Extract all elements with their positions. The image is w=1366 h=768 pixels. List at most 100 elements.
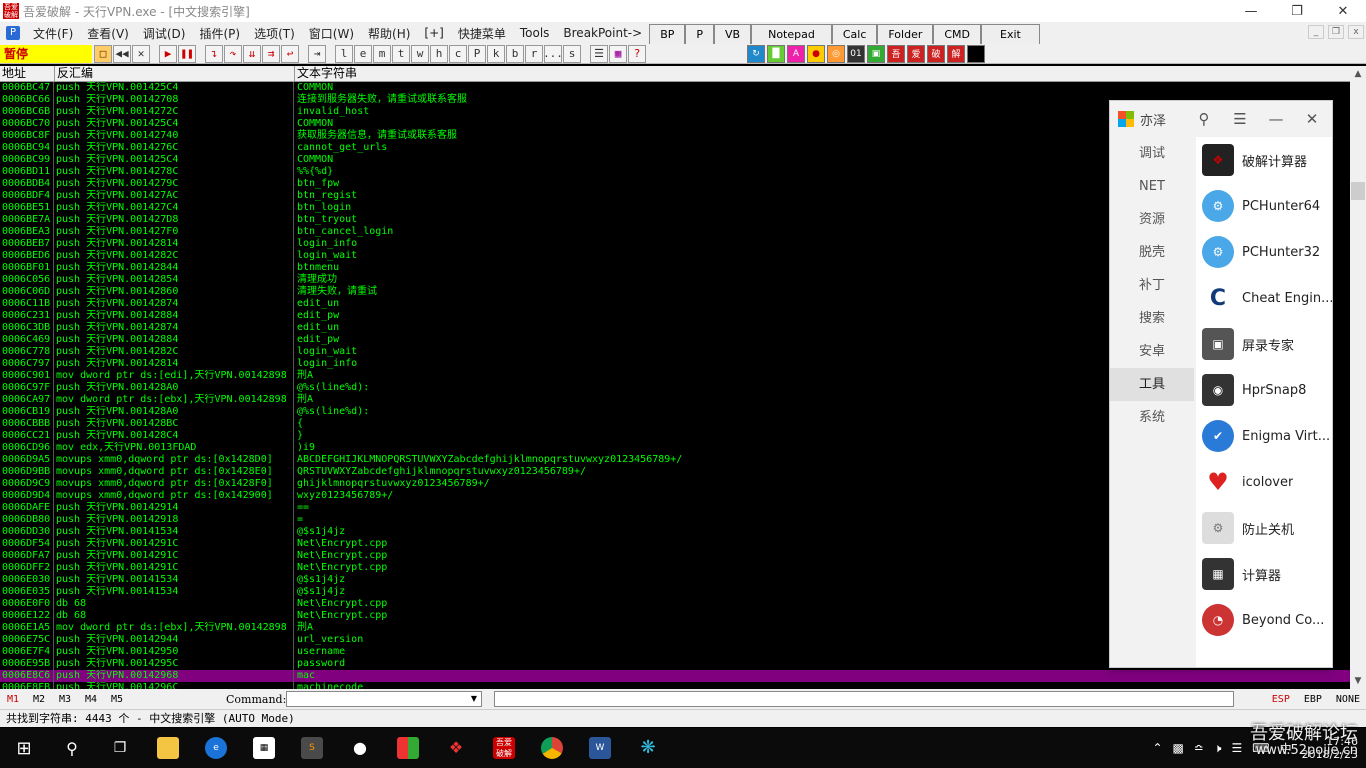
network-icon[interactable]: ≏ <box>1194 741 1204 755</box>
menu-shortcut[interactable]: 快捷菜单 <box>451 25 513 42</box>
tool-tab-exit[interactable]: Exit <box>981 24 1040 44</box>
btn-e[interactable]: e <box>354 44 372 63</box>
menu-tools[interactable]: Tools <box>513 26 557 40</box>
tool-tab-cmd[interactable]: CMD <box>933 24 982 44</box>
app-calculator[interactable]: ▦ 计算器 <box>1196 551 1332 597</box>
tool-tab-p[interactable]: P <box>685 24 715 44</box>
menu-view[interactable]: 查看(V) <box>80 25 136 42</box>
category-system[interactable]: 系统 <box>1110 401 1194 434</box>
po-icon[interactable]: 破 <box>927 44 945 63</box>
menu-plugins[interactable]: 插件(P) <box>192 25 247 42</box>
app-enigma-virtual-box[interactable]: ✔ Enigma Virt... <box>1196 413 1332 459</box>
notification-icon[interactable]: ☰ <box>1231 741 1242 755</box>
search-icon[interactable]: ⚲ <box>1186 110 1222 128</box>
scroll-down-icon[interactable]: ▼ <box>1350 673 1366 689</box>
reg-none[interactable]: NONE <box>1336 694 1360 705</box>
col-address[interactable]: 地址 <box>0 66 55 81</box>
black-square-icon[interactable] <box>967 44 985 63</box>
tool-tab-bp[interactable]: BP <box>649 24 686 44</box>
ai-icon[interactable]: 爱 <box>907 44 925 63</box>
close-icon[interactable]: ✕ <box>1294 110 1330 128</box>
scroll-thumb[interactable] <box>1351 182 1365 200</box>
run-icon[interactable]: ▶ <box>159 44 177 63</box>
window-icon[interactable]: ▣ <box>867 44 885 63</box>
taskbar-edge[interactable]: e <box>192 728 240 768</box>
target-icon[interactable]: ◎ <box>827 44 845 63</box>
marker-m5[interactable]: M5 <box>104 694 130 705</box>
col-disasm[interactable]: 反汇编 <box>55 66 295 81</box>
record-icon[interactable]: ● <box>807 44 825 63</box>
rewind-icon[interactable]: ◀◀ <box>113 44 131 63</box>
tool-tab-notepad[interactable]: Notepad <box>751 24 832 44</box>
plugin-green-icon[interactable]: █ <box>767 44 785 63</box>
category-tools[interactable]: 工具 <box>1110 368 1194 401</box>
trace-over-icon[interactable]: ⇉ <box>262 44 280 63</box>
mdi-minimize-icon[interactable]: _ <box>1308 25 1324 39</box>
app-prevent-shutdown[interactable]: ⚙ 防止关机 <box>1196 505 1332 551</box>
close-process-icon[interactable]: ✕ <box>132 44 150 63</box>
category-patch[interactable]: 补丁 <box>1110 269 1194 302</box>
app-pchunter64[interactable]: ⚙ PCHunter64 <box>1196 183 1332 229</box>
menu-options[interactable]: 选项(T) <box>247 25 302 42</box>
step-into-icon[interactable]: ↴ <box>205 44 223 63</box>
font-a-icon[interactable]: A <box>787 44 805 63</box>
btn-l[interactable]: l <box>335 44 353 63</box>
taskbar-colorful-app[interactable] <box>384 728 432 768</box>
app-screen-recorder[interactable]: ▣ 屏录专家 <box>1196 321 1332 367</box>
category-net[interactable]: NET <box>1110 170 1194 203</box>
open-file-icon[interactable]: □ <box>94 44 112 63</box>
taskbar-pinwheel-app[interactable]: ❋ <box>624 728 672 768</box>
volume-icon[interactable]: 🕨 <box>1214 741 1222 756</box>
start-button[interactable]: ⊞ <box>0 728 48 768</box>
menu-window[interactable]: 窗口(W) <box>302 25 361 42</box>
app-pchunter32[interactable]: ⚙ PCHunter32 <box>1196 229 1332 275</box>
taskbar-52pojie[interactable]: 吾爱 破解 <box>480 728 528 768</box>
taskbar-chrome[interactable] <box>528 728 576 768</box>
app-beyond-compare[interactable]: ◔ Beyond Co... <box>1196 597 1332 643</box>
tool-tab-folder[interactable]: Folder <box>877 24 934 44</box>
category-debug[interactable]: 调试 <box>1110 137 1194 170</box>
marker-m3[interactable]: M3 <box>52 694 78 705</box>
restore-icon[interactable]: ❐ <box>1274 0 1320 22</box>
pause-icon[interactable]: ❚❚ <box>178 44 196 63</box>
btn-w[interactable]: w <box>411 44 429 63</box>
grid-icon[interactable]: ▦ <box>609 44 627 63</box>
tool-tab-vb[interactable]: VB <box>714 24 752 44</box>
btn-more[interactable]: ... <box>543 44 563 63</box>
command-input[interactable]: ▼ <box>286 691 482 707</box>
app-icolover[interactable]: ♥ icolover <box>1196 459 1332 505</box>
step-over-icon[interactable]: ↷ <box>224 44 242 63</box>
btn-m[interactable]: m <box>373 44 391 63</box>
table-row[interactable]: 0006E8FB push 天行VPN.0014296C machinecode <box>0 682 1350 689</box>
dropdown-arrow-icon[interactable]: ▼ <box>467 692 481 706</box>
btn-k[interactable]: k <box>487 44 505 63</box>
trace-into-icon[interactable]: ⇊ <box>243 44 261 63</box>
refresh-icon[interactable]: ↻ <box>747 44 765 63</box>
task-view-button[interactable]: ❐ <box>96 728 144 768</box>
mdi-close-icon[interactable]: x <box>1348 25 1364 39</box>
taskbar-store[interactable]: ▦ <box>240 728 288 768</box>
menu-plus[interactable]: [+] <box>417 26 450 40</box>
menu-help[interactable]: 帮助(H) <box>361 25 417 42</box>
close-icon[interactable]: ✕ <box>1320 0 1366 22</box>
marker-m4[interactable]: M4 <box>78 694 104 705</box>
app-hprsnap8[interactable]: ◉ HprSnap8 <box>1196 367 1332 413</box>
tray-expand-icon[interactable]: ⌃ <box>1152 741 1162 755</box>
btn-b[interactable]: b <box>506 44 524 63</box>
menu-file[interactable]: 文件(F) <box>26 25 80 42</box>
scroll-up-icon[interactable]: ▲ <box>1350 66 1366 82</box>
taskbar-sublime[interactable]: S <box>288 728 336 768</box>
minimize-icon[interactable]: — <box>1258 110 1294 128</box>
btn-p[interactable]: P <box>468 44 486 63</box>
btn-s[interactable]: s <box>563 44 581 63</box>
category-resources[interactable]: 资源 <box>1110 203 1194 236</box>
jie-icon[interactable]: 解 <box>947 44 965 63</box>
taskbar-qq[interactable]: ● <box>336 728 384 768</box>
plugin-icon[interactable]: P <box>6 26 20 40</box>
menu-icon[interactable]: ☰ <box>1222 110 1258 128</box>
btn-c[interactable]: c <box>449 44 467 63</box>
taskbar-explorer[interactable] <box>144 728 192 768</box>
marker-m1[interactable]: M1 <box>0 694 26 705</box>
btn-h[interactable]: h <box>430 44 448 63</box>
menu-debug[interactable]: 调试(D) <box>136 25 193 42</box>
